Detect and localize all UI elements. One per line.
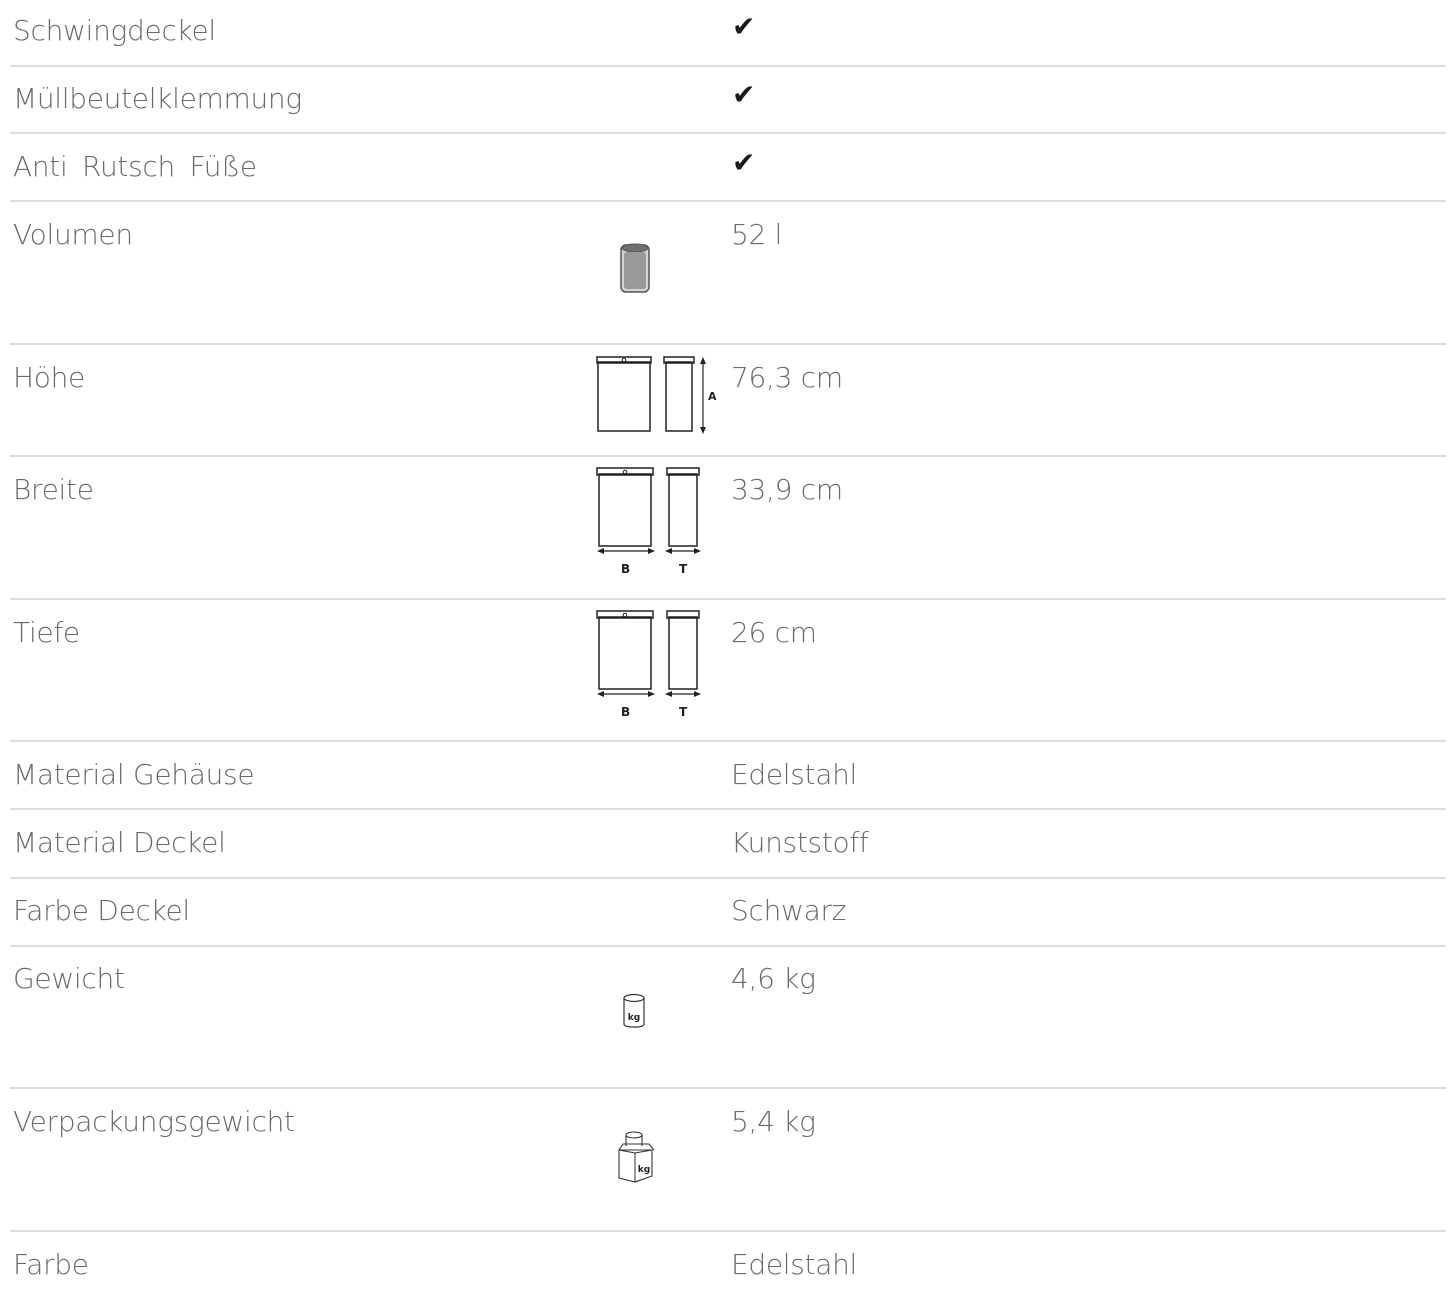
row-divider [10, 1230, 1446, 1232]
row-divider [10, 65, 1446, 67]
spec-value-tiefe: 26 cm [731, 616, 817, 649]
svg-text:B: B [621, 562, 630, 576]
spec-label-schwingdeckel: Schwingdeckel [13, 14, 216, 47]
row-divider [10, 945, 1446, 947]
svg-text:B: B [621, 705, 630, 719]
row-divider [10, 132, 1446, 134]
row-divider [10, 343, 1446, 345]
row-divider [10, 1087, 1446, 1089]
row-divider [10, 455, 1446, 457]
row-divider [10, 200, 1446, 202]
check-icon: ✔ [732, 10, 756, 43]
width-depth-dimension-icon: B T [596, 610, 706, 720]
row-divider [10, 808, 1446, 810]
spec-label-anti-rutsch-fuesse: Anti Rutsch Füße [13, 150, 257, 183]
spec-label-farbe-deckel: Farbe Deckel [13, 894, 190, 927]
spec-value-farbe-deckel: Schwarz [731, 894, 847, 927]
spec-value-verpackungsgewicht: 5,4 kg [731, 1105, 816, 1138]
spec-value-farbe: Edelstahl [731, 1248, 858, 1281]
spec-value-breite: 33,9 cm [731, 473, 843, 506]
spec-value-hoehe: 76,3 cm [731, 361, 843, 394]
spec-label-hoehe: Höhe [13, 361, 85, 394]
spec-label-tiefe: Tiefe [13, 616, 80, 649]
svg-text:kg: kg [638, 1165, 650, 1175]
spec-value-gewicht: 4,6 kg [731, 962, 816, 995]
spec-label-breite: Breite [13, 473, 94, 506]
svg-text:T: T [679, 562, 688, 576]
package-weight-icon: kg [614, 1128, 658, 1184]
svg-text:A: A [708, 390, 717, 403]
height-dimension-icon: A [596, 356, 721, 436]
row-divider [10, 740, 1446, 742]
check-icon: ✔ [732, 146, 756, 179]
spec-label-muellbeutelklemmung: Müllbeutelklemmung [13, 82, 302, 115]
spec-label-verpackungsgewicht: Verpackungsgewicht [13, 1105, 295, 1138]
row-divider [10, 598, 1446, 600]
check-icon: ✔ [732, 78, 756, 111]
spec-value-material-gehaeuse: Edelstahl [731, 758, 858, 791]
bin-volume-icon [620, 242, 650, 294]
spec-label-volumen: Volumen [13, 218, 133, 251]
spec-label-material-gehaeuse: Material Gehäuse [13, 758, 255, 791]
spec-label-farbe: Farbe [13, 1248, 89, 1281]
row-divider [10, 877, 1446, 879]
spec-label-gewicht: Gewicht [13, 962, 125, 995]
svg-text:T: T [679, 705, 688, 719]
spec-value-volumen: 52 l [731, 218, 783, 251]
spec-value-material-deckel: Kunststoff [731, 826, 869, 859]
weight-icon: kg [622, 993, 646, 1029]
spec-label-material-deckel: Material Deckel [13, 826, 226, 859]
width-depth-dimension-icon: B T [596, 467, 706, 577]
svg-text:kg: kg [628, 1013, 640, 1023]
